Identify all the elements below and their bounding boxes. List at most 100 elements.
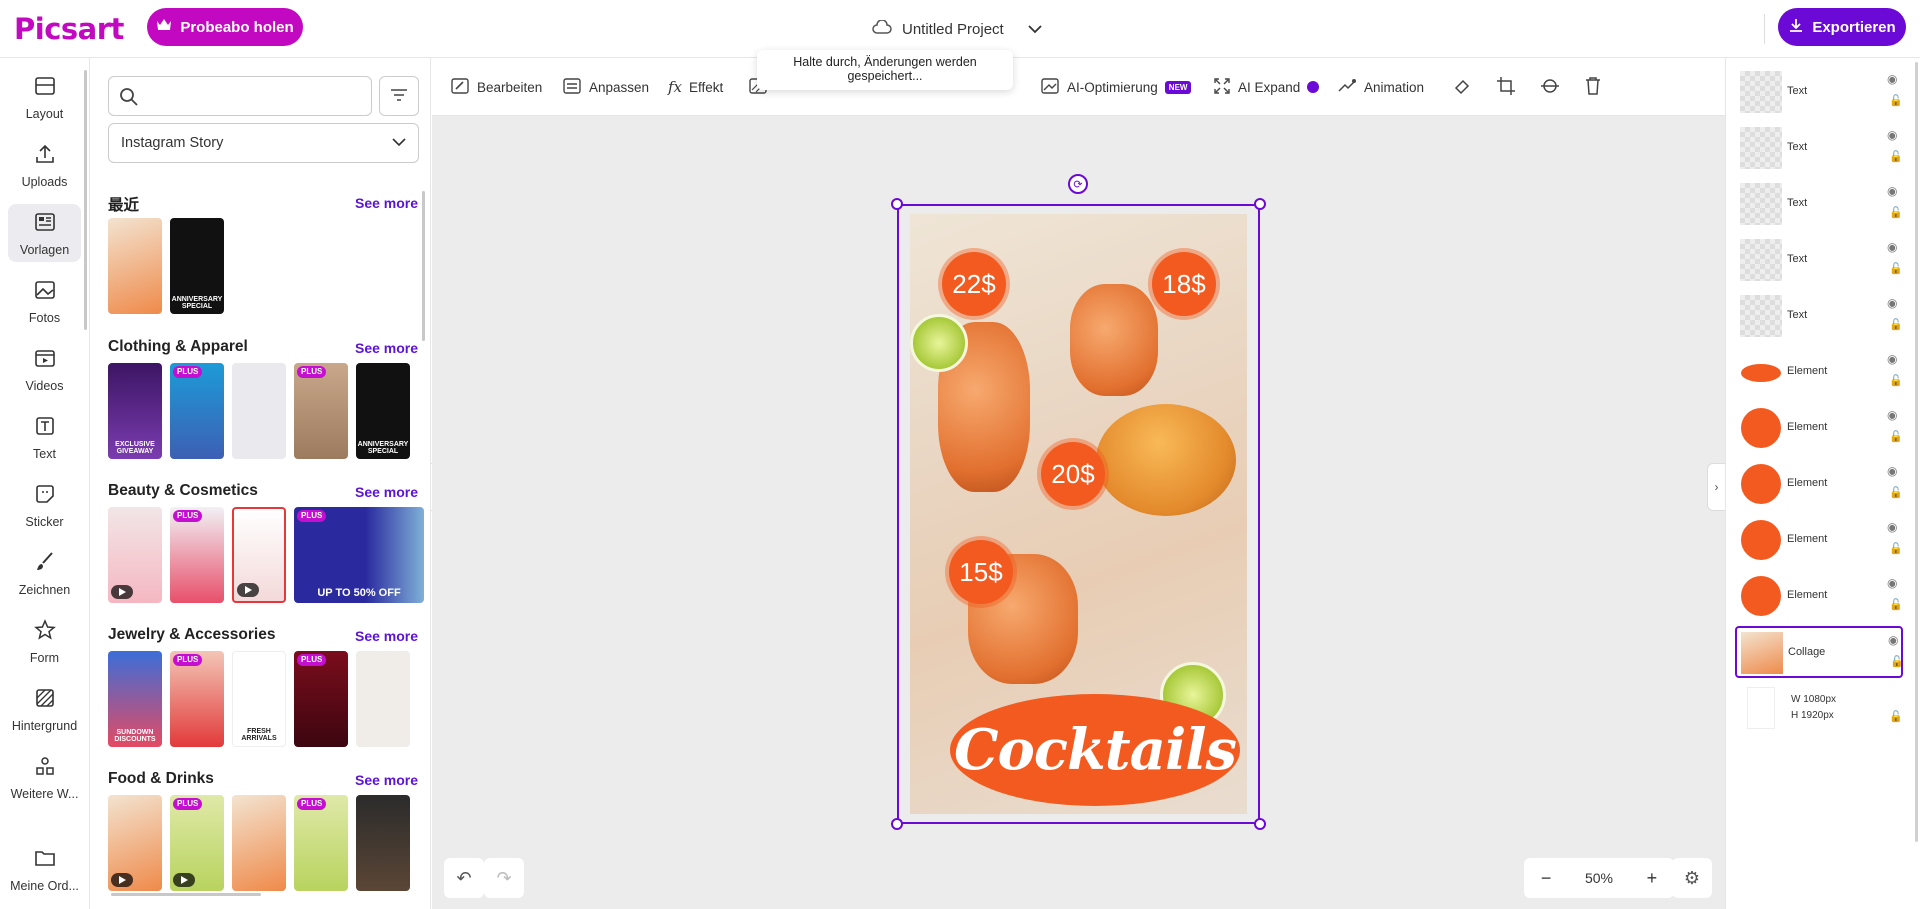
filter-button[interactable] xyxy=(379,76,419,116)
template-thumbnail[interactable] xyxy=(108,218,162,314)
layer-row[interactable]: Text ◉ 🔓 xyxy=(1735,66,1903,118)
see-more-link[interactable]: See more xyxy=(355,772,418,788)
chevron-down-icon[interactable] xyxy=(1028,21,1042,38)
eye-icon[interactable]: ◉ xyxy=(1887,576,1897,590)
layer-row-background[interactable]: W 1080px H 1920px 🔓 xyxy=(1735,682,1903,734)
layer-row[interactable]: Element ◉ 🔓 xyxy=(1735,514,1903,566)
see-more-link[interactable]: See more xyxy=(355,628,418,644)
lock-icon[interactable]: 🔓 xyxy=(1889,598,1903,611)
project-title[interactable]: Untitled Project xyxy=(902,21,1004,38)
collapse-layers-button[interactable]: › xyxy=(1707,463,1725,511)
template-thumbnail[interactable]: PLUS xyxy=(294,363,348,459)
export-button[interactable]: Exportieren xyxy=(1778,8,1906,46)
lock-icon[interactable]: 🔓 xyxy=(1889,150,1903,163)
lock-icon[interactable]: 🔓 xyxy=(1889,542,1903,555)
template-thumbnail[interactable]: PLUS xyxy=(170,651,224,747)
layer-row[interactable]: Element ◉ 🔓 xyxy=(1735,458,1903,510)
zoom-in-button[interactable]: + xyxy=(1647,868,1658,889)
layers-scrollbar[interactable] xyxy=(1915,62,1918,842)
undo-button[interactable]: ↶ xyxy=(444,858,484,898)
nav-more-apps[interactable]: Weitere W... xyxy=(8,748,81,806)
trial-button[interactable]: Probeabo holen xyxy=(147,8,303,46)
see-more-link[interactable]: See more xyxy=(355,195,418,211)
layer-row[interactable]: Text ◉ 🔓 xyxy=(1735,122,1903,174)
panel-scrollbar[interactable] xyxy=(422,191,425,341)
tool-delete[interactable] xyxy=(1584,58,1602,116)
layer-row-selected[interactable]: Collage ◉ 🔓 xyxy=(1735,626,1904,678)
eye-icon[interactable]: ◉ xyxy=(1887,352,1897,366)
nav-background[interactable]: Hintergrund xyxy=(8,680,81,738)
lock-icon[interactable]: 🔓 xyxy=(1889,206,1903,219)
template-thumbnail[interactable] xyxy=(108,507,162,603)
resize-handle[interactable] xyxy=(1254,198,1266,210)
template-thumbnail[interactable] xyxy=(108,795,162,891)
eye-icon[interactable]: ◉ xyxy=(1887,72,1897,86)
resize-handle[interactable] xyxy=(891,818,903,830)
lock-icon[interactable]: 🔓 xyxy=(1889,374,1903,387)
nav-scrollbar[interactable] xyxy=(84,70,87,330)
nav-photos[interactable]: Fotos xyxy=(8,272,81,330)
resize-handle[interactable] xyxy=(891,198,903,210)
template-thumbnail[interactable]: ANNIVERSARY SPECIAL xyxy=(356,363,410,459)
template-thumbnail[interactable]: PLUS xyxy=(170,363,224,459)
redo-button[interactable]: ↷ xyxy=(484,858,524,898)
template-thumbnail[interactable]: PLUS xyxy=(170,507,224,603)
nav-shape[interactable]: Form xyxy=(8,612,81,670)
eye-icon[interactable]: ◉ xyxy=(1887,464,1897,478)
format-select[interactable]: Instagram Story xyxy=(108,123,419,163)
lock-icon[interactable]: 🔓 xyxy=(1889,430,1903,443)
layer-row[interactable]: Element ◉ 🔓 xyxy=(1735,570,1903,622)
project-title-area[interactable]: Untitled Project xyxy=(872,14,1042,44)
layer-row[interactable]: Text ◉ 🔓 xyxy=(1735,290,1903,342)
template-thumbnail[interactable] xyxy=(232,507,286,603)
panel-horizontal-scrollbar[interactable] xyxy=(111,893,261,896)
eye-icon[interactable]: ◉ xyxy=(1887,184,1897,198)
template-thumbnail[interactable]: PLUS xyxy=(294,651,348,747)
tool-ai-expand[interactable]: AI Expand xyxy=(1213,58,1320,116)
see-more-link[interactable]: See more xyxy=(355,484,418,500)
tool-effect[interactable]: fx Effekt xyxy=(668,58,723,116)
lock-icon[interactable]: 🔓 xyxy=(1889,94,1903,107)
nav-my-folders[interactable]: Meine Ord... xyxy=(8,840,81,898)
tool-crop[interactable] xyxy=(1496,58,1516,116)
nav-templates[interactable]: Vorlagen xyxy=(8,204,81,262)
tool-animation[interactable]: Animation xyxy=(1337,58,1424,116)
template-thumbnail[interactable]: FRESH ARRIVALS xyxy=(232,651,286,747)
search-input[interactable] xyxy=(149,83,364,111)
tool-ai-enhance[interactable]: AI-Optimierung NEW xyxy=(1040,58,1192,116)
tool-eraser[interactable] xyxy=(1452,58,1472,116)
template-thumbnail[interactable]: PLUS UP TO 50% OFF xyxy=(294,507,424,603)
eye-icon[interactable]: ◉ xyxy=(1887,128,1897,142)
template-thumbnail[interactable] xyxy=(356,795,410,891)
nav-layout[interactable]: Layout xyxy=(8,68,81,126)
eye-icon[interactable]: ◉ xyxy=(1888,633,1898,647)
see-more-link[interactable]: See more xyxy=(355,340,418,356)
template-thumbnail[interactable]: EXCLUSIVE GIVEAWAY xyxy=(108,363,162,459)
lock-icon[interactable]: 🔓 xyxy=(1889,318,1903,331)
layer-row[interactable]: Element ◉ 🔓 xyxy=(1735,402,1903,454)
tool-replace[interactable] xyxy=(1540,58,1560,116)
lock-icon[interactable]: 🔓 xyxy=(1889,486,1903,499)
eye-icon[interactable]: ◉ xyxy=(1887,240,1897,254)
layer-row[interactable]: Element ◉ 🔓 xyxy=(1735,346,1903,398)
nav-text[interactable]: Text xyxy=(8,408,81,466)
lock-icon[interactable]: 🔓 xyxy=(1889,710,1903,723)
selection-box[interactable] xyxy=(897,204,1260,824)
zoom-level[interactable]: 50% xyxy=(1585,870,1613,886)
picsart-logo[interactable]: Picsart xyxy=(14,12,124,46)
layer-row[interactable]: Text ◉ 🔓 xyxy=(1735,178,1903,230)
nav-uploads[interactable]: Uploads xyxy=(8,136,81,194)
nav-sticker[interactable]: Sticker xyxy=(8,476,81,534)
tool-adjust[interactable]: Anpassen xyxy=(562,58,649,116)
template-thumbnail[interactable] xyxy=(356,651,410,747)
eye-icon[interactable]: ◉ xyxy=(1887,296,1897,310)
eye-icon[interactable]: ◉ xyxy=(1887,520,1897,534)
template-thumbnail[interactable]: PLUS xyxy=(294,795,348,891)
search-box[interactable] xyxy=(108,76,372,116)
template-thumbnail[interactable]: ANNIVERSARY SPECIAL xyxy=(170,218,224,314)
nav-draw[interactable]: Zeichnen xyxy=(8,544,81,602)
template-thumbnail[interactable] xyxy=(232,363,286,459)
template-thumbnail[interactable] xyxy=(232,795,286,891)
tool-edit[interactable]: Bearbeiten xyxy=(450,58,542,116)
eye-icon[interactable]: ◉ xyxy=(1887,408,1897,422)
